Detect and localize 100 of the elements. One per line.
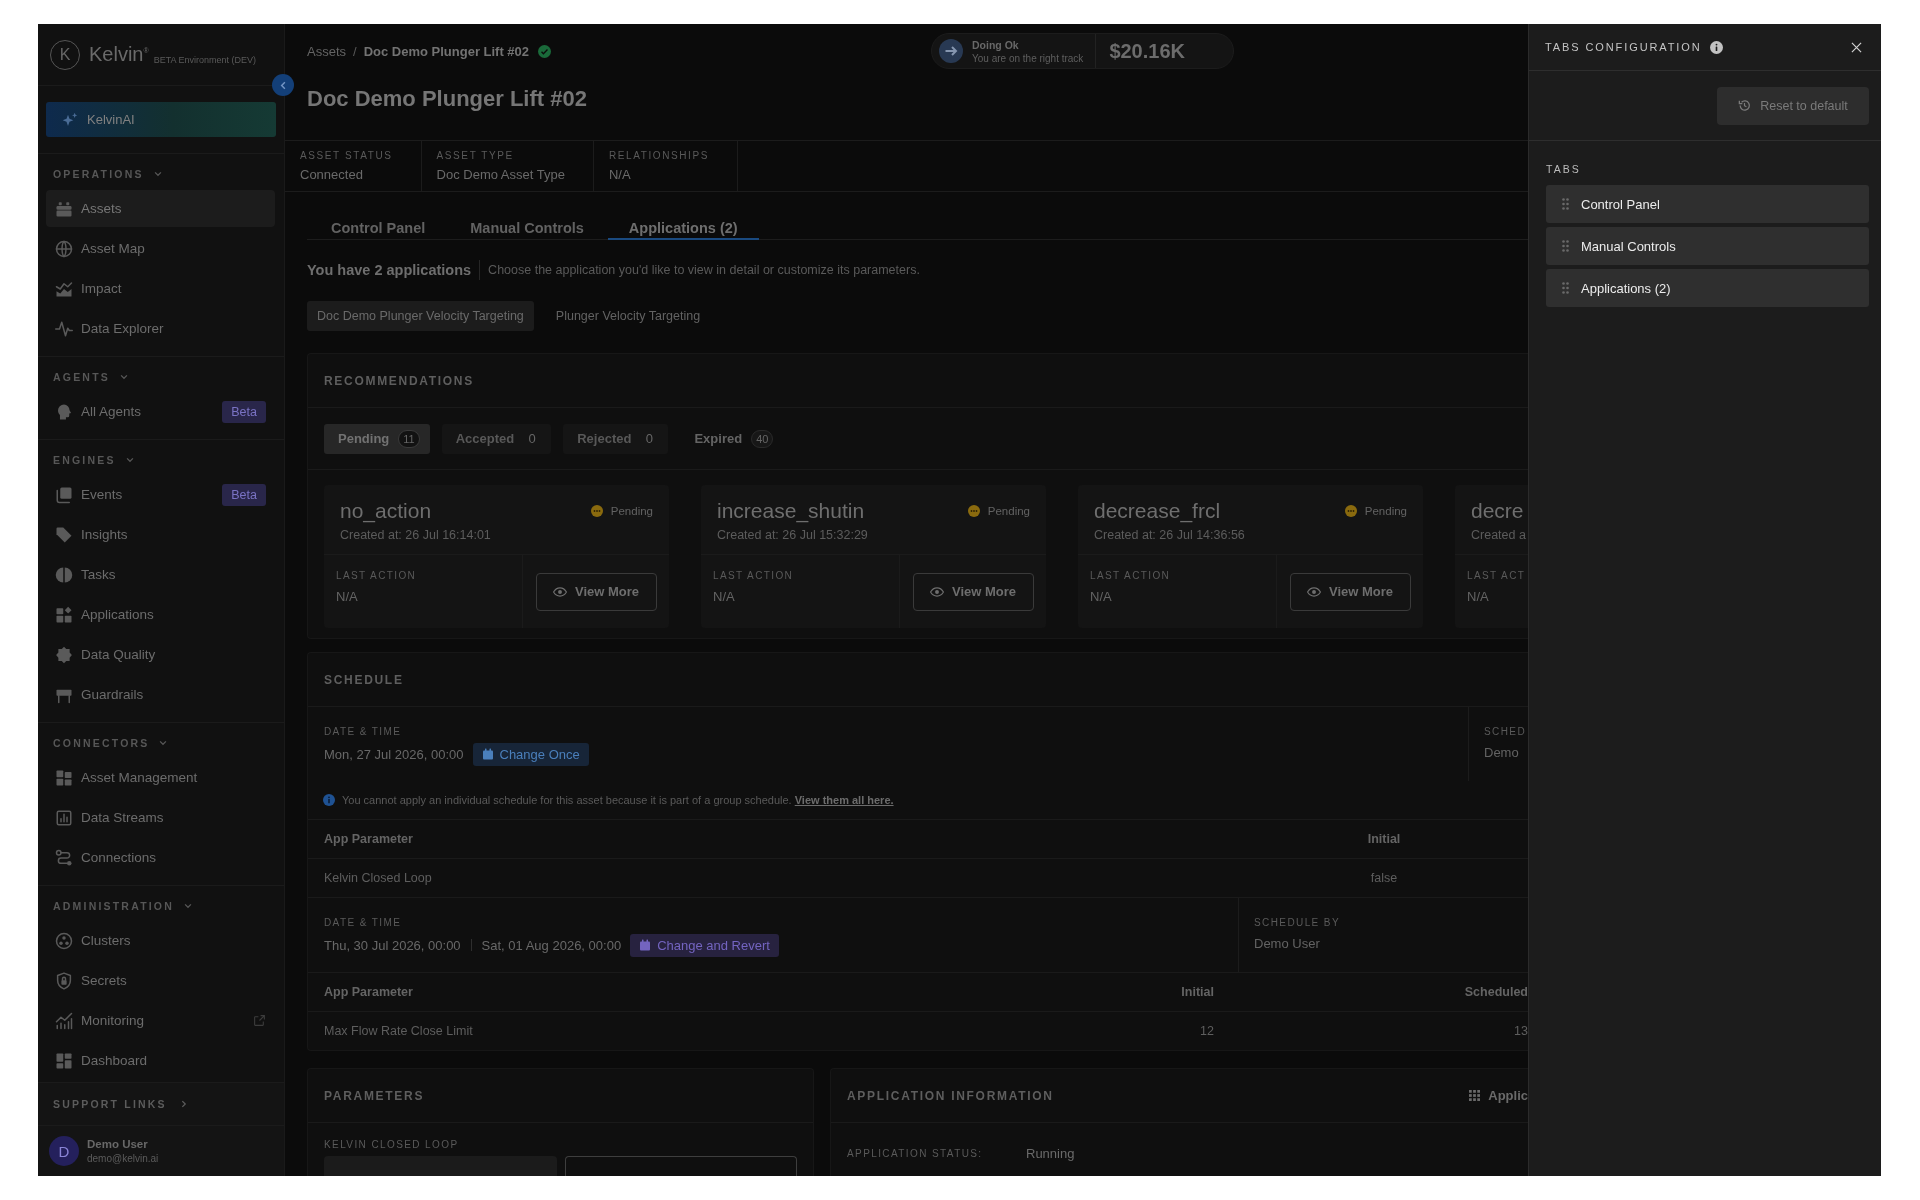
bar-chart-icon <box>55 808 73 827</box>
head-icon <box>55 402 73 421</box>
view-more-button[interactable]: View More <box>1289 572 1411 611</box>
breadcrumb-link[interactable]: Doc Demo Plunger Lift #02 <box>363 43 530 59</box>
tab[interactable]: Applications (2) <box>607 210 759 240</box>
table-cell-text: 13 <box>1513 1024 1528 1038</box>
table-cell-text: 12 <box>1199 1024 1214 1038</box>
nav-item[interactable]: Assets <box>46 190 275 227</box>
field-label: SCHEDULE BY <box>1254 917 1341 928</box>
breadcrumb-link[interactable]: Assets <box>307 43 346 59</box>
seal-icon <box>55 645 73 664</box>
section-header[interactable]: AGENTS <box>46 367 129 387</box>
nav-item[interactable]: Secrets <box>46 962 275 999</box>
info-icon <box>323 794 335 806</box>
nav-item[interactable]: Asset Map <box>46 230 275 267</box>
view-all-link[interactable]: View them all here. <box>794 794 894 806</box>
avatar[interactable]: D <box>49 1136 79 1166</box>
nav-item[interactable]: Data Explorer <box>46 310 275 347</box>
application-option[interactable]: Plunger Velocity Targeting <box>545 301 711 331</box>
filter-chip[interactable]: Expired 40 <box>680 423 784 454</box>
info-icon <box>1709 40 1723 54</box>
section-label: TABS <box>1546 163 1582 175</box>
drag-handle-icon <box>1562 282 1569 294</box>
application-option[interactable]: Doc Demo Plunger Velocity Targeting <box>307 301 534 331</box>
support-links-header[interactable]: SUPPORT LINKS <box>38 1083 284 1125</box>
date-time: Thu, 30 Jul 2026, 00:00 <box>324 937 461 953</box>
split-circle-icon <box>55 565 73 584</box>
select-field[interactable] <box>324 1156 557 1176</box>
schedule-type-button[interactable]: Change and Revert <box>630 933 779 957</box>
nav-item[interactable]: Impact <box>46 270 275 307</box>
nav-item[interactable]: Connections <box>46 839 275 876</box>
section-header[interactable]: ADMINISTRATION <box>46 896 193 916</box>
nav-item[interactable]: Data Streams <box>46 799 275 836</box>
recommendation-name: decrease_frcl <box>1094 498 1222 524</box>
field-value: Connected <box>300 167 364 182</box>
tab-list-item[interactable]: Manual Controls <box>1546 227 1869 265</box>
created-time: Created at: 26 Jul 16:14:01 <box>340 528 491 542</box>
view-more-button[interactable]: View More <box>535 572 657 611</box>
count-label: 0 <box>644 430 655 448</box>
status-dot-icon <box>590 505 603 517</box>
widgets-icon <box>55 605 73 624</box>
count-badge: 40 <box>751 429 774 448</box>
nav-item[interactable]: All Agents Beta <box>46 393 275 430</box>
field-label: KELVIN CLOSED LOOP <box>324 1139 460 1150</box>
recommendation-name: no_action <box>340 498 433 524</box>
section-title: SCHEDULE <box>324 672 404 687</box>
sparkle-icon <box>62 111 78 128</box>
nav-item[interactable]: Applications <box>46 596 275 633</box>
nav-item[interactable]: Insights <box>46 516 275 553</box>
view-more-button[interactable]: View More <box>912 572 1034 611</box>
drag-handle-icon <box>1562 198 1569 210</box>
nav-item[interactable]: Guardrails <box>46 676 275 713</box>
section-header[interactable]: ENGINES <box>46 450 135 470</box>
eye-icon <box>929 584 944 599</box>
field-label: DATE & TIME <box>324 726 403 737</box>
kelvin-ai-button[interactable]: KelvinAI <box>46 102 276 137</box>
nav-item[interactable]: Asset Management <box>46 759 275 796</box>
photo-stack-icon <box>55 485 73 504</box>
section-header[interactable]: CONNECTORS <box>46 733 169 753</box>
filter-chip[interactable]: Pending 11 <box>324 423 430 454</box>
date-time: Mon, 27 Jul 2026, 00:00 <box>324 746 464 762</box>
nav-item[interactable]: Dashboard <box>46 1042 275 1079</box>
field-value: N/A <box>713 589 736 604</box>
nav-item[interactable]: Clusters <box>46 922 275 959</box>
section-header[interactable]: OPERATIONS <box>46 164 163 184</box>
field-value: Running <box>1026 1146 1076 1161</box>
user-email: demo@kelvin.ai <box>87 1153 159 1164</box>
field-value: N/A <box>1090 589 1113 604</box>
field-label: ASSET TYPE <box>436 150 515 161</box>
nav-item[interactable]: Monitoring <box>46 1002 275 1039</box>
status-dot-icon <box>1344 505 1357 517</box>
table-cell-text: Kelvin Closed Loop <box>324 871 433 885</box>
field-label: SCHED <box>1484 726 1527 737</box>
field-label: LAST ACTION <box>336 570 418 581</box>
calendar-icon <box>639 939 652 951</box>
table-cell-text: Max Flow Rate Close Limit <box>324 1024 474 1038</box>
field-label: LAST ACTION <box>713 570 795 581</box>
calendar-icon <box>481 748 494 760</box>
nav-item[interactable]: Events Beta <box>46 476 275 513</box>
nav-item[interactable]: Tasks <box>46 556 275 593</box>
date-time: Sat, 01 Aug 2026, 00:00 <box>481 937 622 953</box>
tab[interactable]: Manual Controls <box>449 210 605 240</box>
section-title: PARAMETERS <box>324 1088 425 1103</box>
tab-list-item[interactable]: Applications (2) <box>1546 269 1869 307</box>
history-icon <box>1738 99 1752 112</box>
applications-button[interactable]: Applic <box>1469 1088 1528 1103</box>
status-dot-icon <box>967 505 980 517</box>
nav-item[interactable]: Data Quality <box>46 636 275 673</box>
savings-value: $20.16K <box>1109 39 1185 63</box>
created-time: Created a <box>1471 528 1526 542</box>
input-field[interactable] <box>564 1156 797 1176</box>
collapse-sidebar-button[interactable] <box>272 74 294 96</box>
status-subtitle: You are on the right track <box>972 52 1084 64</box>
field-value: N/A <box>336 589 359 604</box>
close-button[interactable] <box>1850 40 1863 54</box>
schedule-type-button[interactable]: Change Once <box>472 742 589 766</box>
blocks-icon <box>55 768 73 787</box>
tab-list-item[interactable]: Control Panel <box>1546 185 1869 223</box>
tab[interactable]: Control Panel <box>310 210 447 240</box>
drag-handle-icon <box>1562 240 1569 252</box>
